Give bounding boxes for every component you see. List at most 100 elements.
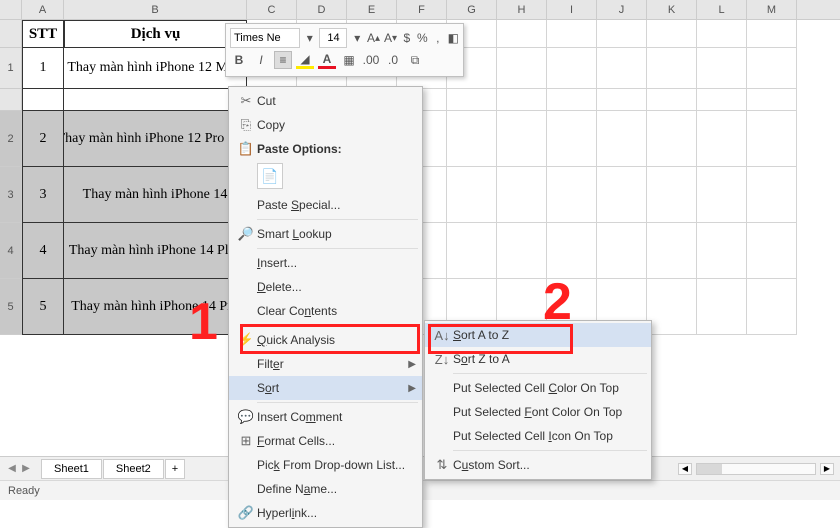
cell-service[interactable]: Thay màn hình iPhone 12 Pro Max xyxy=(64,111,247,167)
cell-stt[interactable] xyxy=(22,89,64,111)
hscroll-right-icon[interactable]: ▶ xyxy=(820,463,834,475)
cell[interactable] xyxy=(597,48,647,89)
column-header[interactable]: L xyxy=(697,0,747,19)
increase-font-icon[interactable]: A▴ xyxy=(367,29,380,47)
align-icon[interactable]: ≡ xyxy=(274,51,292,69)
cell[interactable] xyxy=(647,111,697,167)
format-cells-item[interactable]: ⊞Format Cells... xyxy=(229,429,422,453)
row-header[interactable]: 4 xyxy=(0,223,22,279)
define-name-item[interactable]: Define Name... xyxy=(229,477,422,501)
cell[interactable] xyxy=(747,167,797,223)
cell[interactable] xyxy=(547,89,597,111)
cell-service[interactable]: Thay màn hình iPhone 12 Mini xyxy=(64,48,247,89)
cell[interactable] xyxy=(697,279,747,335)
cell[interactable] xyxy=(597,20,647,48)
format-painter-icon[interactable]: ◧ xyxy=(448,29,459,47)
row-header[interactable]: 5 xyxy=(0,279,22,335)
cell-service[interactable]: Thay màn hình iPhone 14 Pro xyxy=(64,279,247,335)
sort-a-to-z-item[interactable]: A↓Sort A to Z xyxy=(425,323,651,347)
column-header[interactable]: M xyxy=(747,0,797,19)
cell[interactable] xyxy=(547,20,597,48)
cell[interactable] xyxy=(597,167,647,223)
custom-sort-item[interactable]: ⇅Custom Sort... xyxy=(425,453,651,477)
cell[interactable] xyxy=(547,223,597,279)
cell[interactable] xyxy=(647,167,697,223)
cell[interactable] xyxy=(647,223,697,279)
column-header[interactable]: B xyxy=(64,0,247,19)
cell[interactable] xyxy=(597,89,647,111)
percent-icon[interactable]: % xyxy=(417,29,428,47)
insert-item[interactable]: Insert... xyxy=(229,251,422,275)
font-color-icon[interactable]: A xyxy=(318,51,336,69)
tab-nav-next-icon[interactable]: ▶ xyxy=(20,463,32,474)
sheet-tab-1[interactable]: Sheet1 xyxy=(41,459,102,479)
currency-icon[interactable]: $ xyxy=(401,29,412,47)
cell[interactable] xyxy=(547,167,597,223)
cell[interactable] xyxy=(697,223,747,279)
cell-stt[interactable]: 5 xyxy=(22,279,64,335)
cell[interactable] xyxy=(597,111,647,167)
tab-nav-prev-icon[interactable]: ◀ xyxy=(6,463,18,474)
font-size-input[interactable] xyxy=(319,28,347,48)
cell[interactable] xyxy=(647,20,697,48)
cell[interactable] xyxy=(697,167,747,223)
select-all-corner[interactable] xyxy=(0,0,22,19)
row-header[interactable] xyxy=(0,89,22,111)
sort-item[interactable]: Sort▶ xyxy=(229,376,422,400)
cell[interactable] xyxy=(447,167,497,223)
row-header[interactable]: 3 xyxy=(0,167,22,223)
cell[interactable] xyxy=(547,111,597,167)
cell[interactable] xyxy=(497,89,547,111)
new-sheet-button[interactable]: + xyxy=(165,459,185,479)
hscroll-track[interactable] xyxy=(696,463,816,475)
sort-font-color-item[interactable]: Put Selected Font Color On Top xyxy=(425,400,651,424)
cell[interactable] xyxy=(647,89,697,111)
delete-item[interactable]: Delete... xyxy=(229,275,422,299)
cell[interactable] xyxy=(447,89,497,111)
insert-comment-item[interactable]: 💬Insert Comment xyxy=(229,405,422,429)
pick-dropdown-item[interactable]: Pick From Drop-down List... xyxy=(229,453,422,477)
cell[interactable] xyxy=(497,111,547,167)
cell[interactable] xyxy=(647,279,697,335)
cell[interactable] xyxy=(747,89,797,111)
cell[interactable] xyxy=(747,48,797,89)
decrease-font-icon[interactable]: A▾ xyxy=(384,29,397,47)
cell[interactable] xyxy=(547,48,597,89)
column-header[interactable]: J xyxy=(597,0,647,19)
cell-service[interactable]: Thay màn hình iPhone 14 Plus xyxy=(64,223,247,279)
cell[interactable] xyxy=(697,48,747,89)
paste-option-button[interactable]: 📄 xyxy=(257,163,283,189)
column-header[interactable]: A xyxy=(22,0,64,19)
cell[interactable] xyxy=(697,111,747,167)
sort-cell-icon-item[interactable]: Put Selected Cell Icon On Top xyxy=(425,424,651,448)
sheet-tab-2[interactable]: Sheet2 xyxy=(103,459,164,479)
hscroll-left-icon[interactable]: ◀ xyxy=(678,463,692,475)
column-header[interactable]: K xyxy=(647,0,697,19)
column-header[interactable]: I xyxy=(547,0,597,19)
cell[interactable] xyxy=(697,89,747,111)
merge-icon[interactable]: ⧉ xyxy=(406,51,424,69)
font-dropdown-icon[interactable]: ▾ xyxy=(304,29,315,47)
column-header[interactable]: F xyxy=(397,0,447,19)
row-header[interactable] xyxy=(0,20,22,48)
smart-lookup-item[interactable]: 🔎Smart Lookup xyxy=(229,222,422,246)
cell[interactable] xyxy=(497,20,547,48)
cell-stt[interactable]: 1 xyxy=(22,48,64,89)
cell-stt[interactable]: 2 xyxy=(22,111,64,167)
cell[interactable] xyxy=(647,48,697,89)
cell-service[interactable] xyxy=(64,89,247,111)
hyperlink-item[interactable]: 🔗Hyperlink... xyxy=(229,501,422,525)
increase-decimal-icon[interactable]: .0 xyxy=(384,51,402,69)
clear-contents-item[interactable]: Clear Contents xyxy=(229,299,422,323)
row-header[interactable]: 2 xyxy=(0,111,22,167)
font-family-input[interactable] xyxy=(230,28,300,48)
cell-stt[interactable]: 3 xyxy=(22,167,64,223)
bold-icon[interactable]: B xyxy=(230,51,248,69)
cell[interactable] xyxy=(497,223,547,279)
column-header[interactable]: E xyxy=(347,0,397,19)
copy-item[interactable]: ⎘Copy xyxy=(229,113,422,137)
cell[interactable] xyxy=(447,223,497,279)
quick-analysis-item[interactable]: ⚡Quick Analysis xyxy=(229,328,422,352)
filter-item[interactable]: Filter▶ xyxy=(229,352,422,376)
paste-special-item[interactable]: Paste Special... xyxy=(229,193,422,217)
